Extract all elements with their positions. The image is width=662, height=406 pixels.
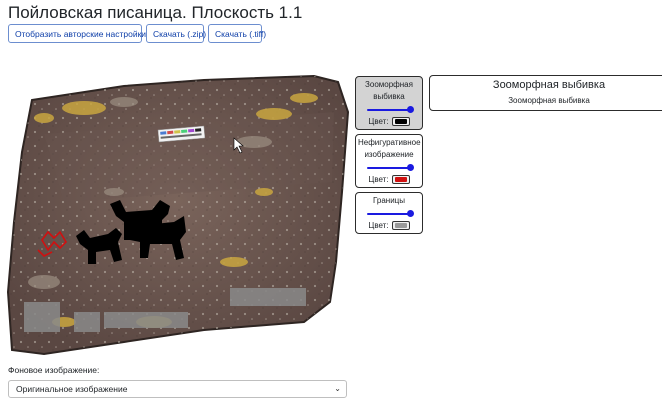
show-author-settings-button[interactable]: Отобразить авторские настройки (8, 24, 146, 43)
slider-thumb[interactable] (407, 164, 414, 171)
layer-name: Нефигуративное изображение (358, 138, 421, 159)
download-zip-button[interactable]: Скачать (.zip) (146, 24, 206, 43)
slider-thumb[interactable] (407, 210, 414, 217)
layer-card-nonfigurative[interactable]: Нефигуративное изображение Цвет: (355, 134, 423, 188)
layer-name: Границы (373, 196, 405, 205)
layer-info-panel: Зооморфная выбивка Зооморфная выбивка (429, 75, 662, 111)
color-label: Цвет: (368, 175, 389, 184)
opacity-slider[interactable] (367, 106, 414, 114)
color-label: Цвет: (368, 117, 389, 126)
background-label: Фоновое изображение: (8, 365, 100, 375)
color-picker[interactable] (391, 117, 410, 126)
background-select[interactable]: Оригинальное изображение ⌄ (8, 380, 347, 398)
background-selected-value: Оригинальное изображение (16, 384, 128, 394)
color-picker[interactable] (391, 175, 410, 184)
petroglyph-viewer[interactable] (4, 72, 350, 364)
info-subtitle: Зооморфная выбивка (508, 96, 590, 105)
toolbar: Отобразить авторские настройки Скачать (… (8, 24, 266, 43)
color-picker[interactable] (391, 221, 410, 230)
layer-name: Зооморфная выбивка (365, 80, 413, 101)
opacity-slider[interactable] (367, 210, 414, 218)
download-tiff-button[interactable]: Скачать (.tiff) (208, 24, 266, 43)
page-title: Пойловская писаница. Плоскость 1.1 (8, 3, 303, 22)
color-label: Цвет: (368, 221, 389, 230)
opacity-slider[interactable] (367, 164, 414, 172)
chevron-down-icon: ⌄ (334, 384, 341, 393)
info-heading: Зооморфная выбивка (492, 79, 606, 91)
layer-card-zoomorphic[interactable]: Зооморфная выбивка Цвет: (355, 76, 423, 130)
layer-card-boundaries[interactable]: Границы Цвет: (355, 192, 423, 234)
slider-thumb[interactable] (407, 106, 414, 113)
layer-list: Зооморфная выбивка Цвет: Нефигуративное … (355, 76, 423, 238)
